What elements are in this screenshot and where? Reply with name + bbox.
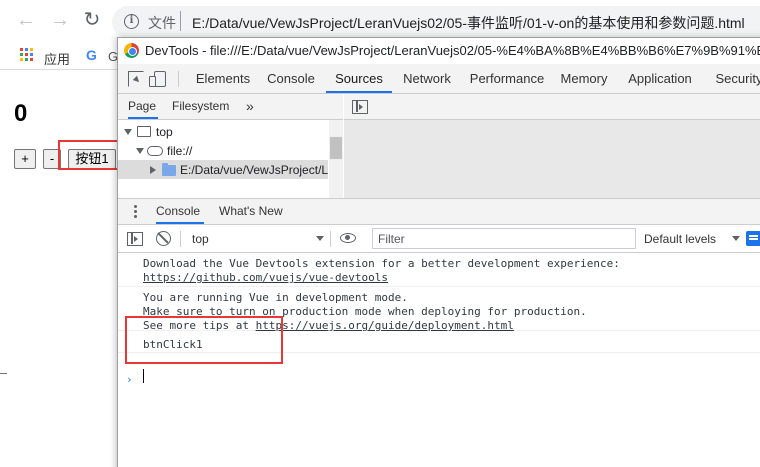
- cloud-icon: [147, 146, 163, 156]
- counter-value: 0: [14, 100, 28, 127]
- apps-grid-icon[interactable]: [20, 48, 33, 61]
- devtools-window: DevTools - file:///E:/Data/vue/VewJsProj…: [117, 37, 760, 467]
- chevron-down-icon: [732, 236, 740, 241]
- vue-devtools-link[interactable]: https://github.com/vuejs/vue-devtools: [143, 271, 388, 284]
- message-text: Download the Vue Devtools extension for …: [143, 257, 620, 270]
- message-text: You are running Vue in development mode.: [143, 291, 408, 304]
- console-drawer: Console What's New top Default levels: [118, 198, 760, 467]
- collapse-arrow-icon[interactable]: [150, 166, 156, 174]
- tabbar-separator: [178, 71, 179, 87]
- sources-panel: Page Filesystem » top file:// E:/Data/vu…: [118, 94, 760, 198]
- decrement-button[interactable]: -: [43, 149, 61, 169]
- url-separator: [180, 11, 181, 31]
- console-input-cursor[interactable]: [143, 369, 144, 383]
- info-icon[interactable]: i: [124, 14, 139, 29]
- tab-network[interactable]: Network: [396, 64, 458, 93]
- sources-navigator: Page Filesystem » top file:// E:/Data/vu…: [118, 94, 343, 198]
- folder-icon: [162, 163, 176, 176]
- bookmark-apps[interactable]: 应用: [44, 49, 70, 68]
- console-output: Download the Vue Devtools extension for …: [118, 253, 760, 467]
- log-levels-label: Default levels: [644, 232, 717, 246]
- toolbar-separator: [180, 231, 181, 247]
- log-levels-dropdown[interactable]: Default levels: [644, 229, 740, 249]
- console-message-devmode: You are running Vue in development mode.…: [118, 287, 760, 332]
- reload-icon[interactable]: ↻: [80, 8, 104, 32]
- navigator-scrollbar-thumb[interactable]: [330, 137, 342, 159]
- drawer-menu-icon[interactable]: [134, 205, 137, 219]
- button1[interactable]: 按钮1: [68, 149, 116, 169]
- tree-label-top: top: [156, 125, 173, 139]
- inspect-element-icon[interactable]: [128, 71, 144, 87]
- devtools-title: DevTools - file:///E:/Data/vue/VewJsProj…: [145, 43, 760, 58]
- tree-item-top[interactable]: top: [118, 122, 328, 142]
- device-toolbar-icon[interactable]: [149, 71, 166, 87]
- tree-item-folder[interactable]: E:/Data/vue/VewJsProject/LeranVuejs02: [118, 160, 328, 180]
- sources-editor: [344, 94, 760, 198]
- drawer-tab-console[interactable]: Console: [156, 199, 204, 224]
- expand-arrow-icon[interactable]: [136, 148, 144, 154]
- chrome-logo-icon: [124, 43, 139, 58]
- tab-sources[interactable]: Sources: [326, 64, 392, 93]
- clear-console-icon[interactable]: [156, 231, 171, 246]
- tab-performance[interactable]: Performance: [464, 64, 550, 93]
- tree-label-folder: E:/Data/vue/VewJsProject/LeranVuejs02: [180, 163, 328, 177]
- back-arrow-icon[interactable]: ←: [14, 8, 38, 32]
- devtools-tabbar: Elements Console Sources Network Perform…: [118, 64, 760, 94]
- editor-toolbar: [344, 94, 760, 120]
- context-selector[interactable]: top: [184, 229, 324, 249]
- tree-label-file: file://: [167, 144, 193, 158]
- toggle-navigator-icon[interactable]: [352, 100, 368, 114]
- issues-icon[interactable]: [746, 231, 760, 246]
- page-divider: [0, 373, 7, 374]
- navigator-tab-page[interactable]: Page: [128, 94, 158, 119]
- navigator-scrollbar[interactable]: [329, 120, 343, 198]
- url-text[interactable]: E:/Data/vue/VewJsProject/LeranVuejs02/05…: [192, 13, 745, 33]
- tab-security[interactable]: Security: [708, 64, 760, 93]
- browser-toolbar: ← → ↻ i 文件 E:/Data/vue/VewJsProject/Lera…: [0, 0, 760, 38]
- tree-item-file[interactable]: file://: [118, 141, 328, 161]
- tab-elements[interactable]: Elements: [190, 64, 256, 93]
- devtools-titlebar[interactable]: DevTools - file:///E:/Data/vue/VewJsProj…: [118, 38, 760, 64]
- navigator-tabs: Page Filesystem »: [118, 94, 343, 120]
- increment-button[interactable]: +: [14, 149, 36, 169]
- frame-icon: [137, 126, 151, 137]
- url-scheme-label: 文件: [148, 15, 176, 31]
- screen: ← → ↻ i 文件 E:/Data/vue/VewJsProject/Lera…: [0, 0, 760, 467]
- message-text: Make sure to turn on production mode whe…: [143, 305, 587, 318]
- log-text: btnClick1: [143, 338, 203, 351]
- console-prompt-icon: ›: [126, 373, 133, 386]
- expand-arrow-icon[interactable]: [124, 129, 132, 135]
- tab-console[interactable]: Console: [260, 64, 322, 93]
- google-icon[interactable]: G: [86, 47, 97, 63]
- tab-application[interactable]: Application: [618, 64, 702, 93]
- forward-arrow-icon[interactable]: →: [48, 8, 72, 32]
- live-expression-eye-icon[interactable]: [340, 233, 356, 243]
- console-toolbar: top Default levels: [118, 225, 760, 253]
- chevron-down-icon: [316, 236, 324, 241]
- console-message-log: btnClick1: [118, 331, 760, 353]
- drawer-tab-whats-new[interactable]: What's New: [219, 199, 283, 224]
- navigator-tab-filesystem[interactable]: Filesystem: [172, 94, 229, 119]
- console-message-devtools: Download the Vue Devtools extension for …: [118, 253, 760, 287]
- more-tabs-icon[interactable]: »: [246, 94, 254, 119]
- toolbar-separator: [330, 231, 331, 247]
- context-label: top: [192, 232, 209, 246]
- console-sidebar-icon[interactable]: [127, 232, 143, 246]
- console-filter-input[interactable]: [372, 228, 636, 249]
- drawer-tabbar: Console What's New: [118, 199, 760, 225]
- tab-memory[interactable]: Memory: [556, 64, 612, 93]
